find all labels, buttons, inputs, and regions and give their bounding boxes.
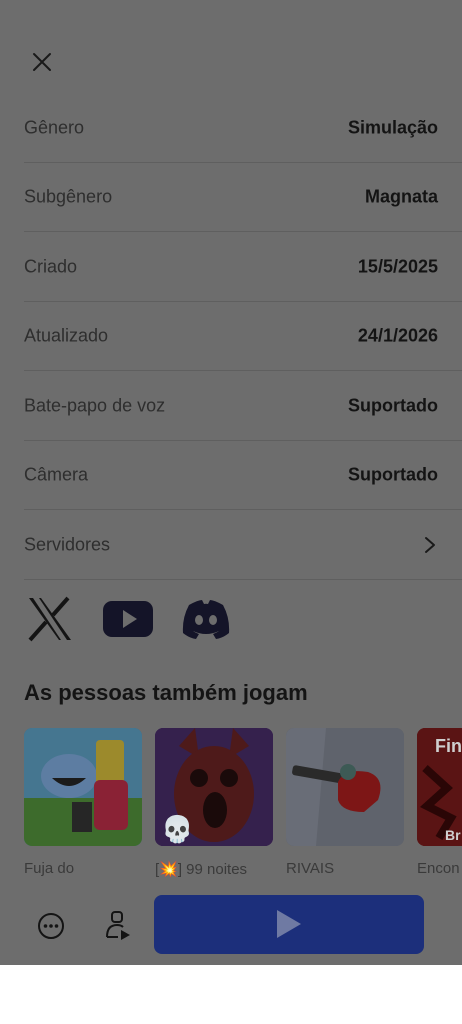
detail-row-updated: Atualizado 24/1/2026 bbox=[24, 301, 462, 371]
game-thumbnail: Fin Br bbox=[417, 728, 462, 846]
detail-value: Simulação bbox=[347, 117, 438, 137]
game-thumbnail: 💀 bbox=[155, 728, 273, 846]
detail-value: 24/1/2026 bbox=[357, 325, 438, 345]
detail-value: Suportado bbox=[348, 395, 438, 415]
game-name: Encon bbox=[417, 860, 460, 877]
servers-label: Servidores bbox=[24, 534, 111, 554]
game-name: RIVAIS bbox=[286, 860, 335, 877]
section-title: As pessoas também jogam bbox=[24, 680, 308, 705]
detail-label: Bate-papo de voz bbox=[24, 395, 166, 415]
svg-text:Fin: Fin bbox=[435, 736, 462, 756]
chevron-right-icon bbox=[425, 536, 435, 553]
overlay-screen: Gênero Simulação Subgênero Magnata Criad… bbox=[0, 0, 462, 965]
detail-label: Subgênero bbox=[24, 186, 113, 206]
game-carousel[interactable]: Fuja do 💀 [💥] 99 noites RIVAIS Fin Br En… bbox=[24, 728, 462, 888]
servers-row[interactable]: Servidores bbox=[24, 510, 462, 580]
game-name: [💥] 99 noites bbox=[155, 861, 248, 878]
game-card[interactable]: 💀 [💥] 99 noites bbox=[155, 728, 273, 878]
detail-row-camera: Câmera Suportado bbox=[24, 440, 462, 510]
discord-icon[interactable] bbox=[180, 596, 232, 642]
detail-label: Atualizado bbox=[24, 325, 109, 345]
detail-value: 15/5/2025 bbox=[357, 256, 438, 276]
x-icon[interactable] bbox=[26, 596, 74, 642]
svg-text:Br: Br bbox=[445, 827, 461, 843]
game-thumbnail bbox=[24, 728, 142, 846]
detail-value: Magnata bbox=[364, 186, 438, 206]
detail-row-voice-chat: Bate-papo de voz Suportado bbox=[24, 371, 462, 441]
detail-row-created: Criado 15/5/2025 bbox=[24, 232, 462, 302]
detail-row-subgenre: Subgênero Magnata bbox=[24, 162, 462, 232]
detail-label: Gênero bbox=[24, 117, 85, 137]
game-card[interactable]: Fin Br Encon bbox=[417, 728, 462, 877]
close-icon[interactable] bbox=[30, 50, 54, 74]
detail-value: Suportado bbox=[348, 464, 438, 484]
play-button[interactable] bbox=[154, 895, 424, 954]
more-options-icon[interactable] bbox=[37, 912, 65, 940]
svg-text:💀: 💀 bbox=[161, 814, 193, 844]
game-name: Fuja do bbox=[24, 860, 75, 877]
play-icon bbox=[277, 910, 301, 938]
detail-label: Criado bbox=[24, 256, 78, 276]
bottom-action-bar bbox=[0, 882, 462, 965]
detail-row-genre: Gênero Simulação bbox=[24, 93, 462, 163]
game-thumbnail bbox=[286, 728, 404, 846]
detail-label: Câmera bbox=[24, 464, 89, 484]
join-with-friend-icon[interactable] bbox=[104, 910, 132, 942]
youtube-icon[interactable] bbox=[102, 596, 154, 642]
game-card[interactable]: RIVAIS bbox=[286, 728, 404, 877]
game-card[interactable]: Fuja do bbox=[24, 728, 142, 877]
